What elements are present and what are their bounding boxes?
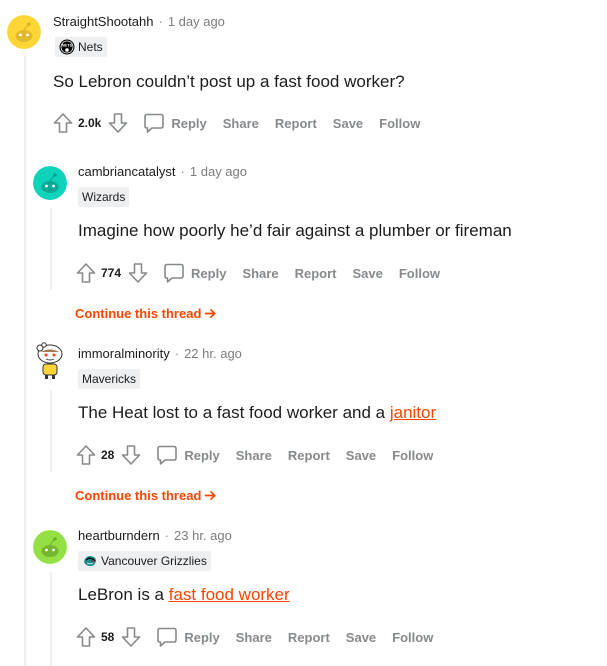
arrow-right-icon [204,490,216,501]
meta-separator: · [180,164,185,179]
nets-logo-icon: NETS [59,39,75,55]
vote-score: 28 [101,448,115,462]
comment-meta: StraightShootahh · 1 day ago [53,13,225,31]
reply-button[interactable]: Reply [171,116,206,131]
username[interactable]: heartburndern [78,528,160,543]
snoo-avatar-icon [33,530,67,564]
user-flair: NETS Nets [55,37,107,57]
comment-actions: 2.0k Reply Share Report Save Follow [52,110,436,136]
comment-meta: heartburndern · 23 hr. ago [78,527,232,545]
thread-line-reply-1[interactable] [50,208,52,290]
comment-link[interactable]: fast food worker [169,585,290,604]
avatar[interactable] [33,340,67,379]
reply-button[interactable]: Reply [191,266,226,281]
reply-button[interactable]: Reply [184,448,219,463]
comment-meta: immoralminority · 22 hr. ago [78,345,242,363]
snoo-character-avatar-icon [36,342,63,379]
username[interactable]: cambriancatalyst [78,164,176,179]
thread-line-reply-2[interactable] [50,390,52,472]
meta-separator: · [164,528,170,543]
continue-thread-label: Continue this thread [75,306,202,321]
report-button[interactable]: Report [295,266,337,281]
speech-bubble-icon[interactable] [163,262,185,284]
avatar[interactable] [7,15,41,49]
comment-body: So Lebron couldn’t post up a fast food w… [53,72,405,91]
snoo-avatar-icon [33,166,67,200]
avatar[interactable] [33,166,67,200]
flair-text: Mavericks [82,372,137,386]
save-button[interactable]: Save [352,266,382,281]
comment-body: The Heat lost to a fast food worker and … [78,402,436,424]
reply-button[interactable]: Reply [184,630,219,645]
vote-score: 774 [101,266,122,280]
share-button[interactable]: Share [223,116,259,131]
svg-text:NETS: NETS [62,43,73,48]
meta-separator: · [174,346,180,361]
save-button[interactable]: Save [333,116,363,131]
downvote-arrow-icon[interactable] [107,112,129,134]
save-button[interactable]: Save [346,448,376,463]
grizzlies-logo-icon [84,556,96,566]
comment-body: LeBron is a fast food worker [78,584,290,606]
flair-text: Nets [78,40,103,54]
comment-actions: 58 Reply Share Report Save Follow [75,624,449,650]
vote-score: 58 [101,630,115,644]
speech-bubble-icon[interactable] [156,626,178,648]
report-button[interactable]: Report [288,448,330,463]
user-flair: Mavericks [78,369,141,389]
comment-body-text: LeBron is a [78,585,169,604]
thread-line-root[interactable] [24,56,26,666]
follow-button[interactable]: Follow [392,448,433,463]
downvote-arrow-icon[interactable] [120,444,142,466]
upvote-arrow-icon[interactable] [75,444,97,466]
comment-actions: 28 Reply Share Report Save Follow [75,442,449,468]
report-button[interactable]: Report [275,116,317,131]
comment-body: Imagine how poorly he’d fair against a p… [78,221,512,240]
follow-button[interactable]: Follow [379,116,420,131]
flair-text: Wizards [82,190,126,204]
report-button[interactable]: Report [288,630,330,645]
share-button[interactable]: Share [242,266,278,281]
avatar[interactable] [33,530,67,564]
arrow-right-icon [204,308,216,319]
share-button[interactable]: Share [236,630,272,645]
flair-text: Vancouver Grizzlies [101,554,207,568]
user-flair: Wizards [78,187,130,207]
timestamp[interactable]: 23 hr. ago [174,528,232,543]
username[interactable]: immoralminority [78,346,170,361]
meta-separator: · [158,14,163,29]
speech-bubble-icon[interactable] [156,444,178,466]
comment-body-text: The Heat lost to a fast food worker and … [78,403,390,422]
share-button[interactable]: Share [236,448,272,463]
username[interactable]: StraightShootahh [53,14,153,29]
comment-actions: 774 Reply Share Report Save Follow [75,260,456,286]
upvote-arrow-icon[interactable] [52,112,74,134]
downvote-arrow-icon[interactable] [120,626,142,648]
timestamp[interactable]: 1 day ago [168,14,225,29]
follow-button[interactable]: Follow [399,266,440,281]
user-flair: Vancouver Grizzlies [78,551,211,571]
continue-thread-label: Continue this thread [75,488,202,503]
snoo-avatar-icon [7,15,41,49]
speech-bubble-icon[interactable] [143,112,165,134]
thread-line-reply-3[interactable] [50,572,52,666]
continue-thread-link[interactable]: Continue this thread [75,488,217,503]
comment-link[interactable]: janitor [390,403,436,422]
upvote-arrow-icon[interactable] [75,626,97,648]
downvote-arrow-icon[interactable] [127,262,149,284]
timestamp[interactable]: 1 day ago [190,164,247,179]
comment-meta: cambriancatalyst · 1 day ago [78,163,247,181]
vote-score: 2.0k [78,116,102,130]
save-button[interactable]: Save [346,630,376,645]
timestamp[interactable]: 22 hr. ago [184,346,242,361]
continue-thread-link[interactable]: Continue this thread [75,306,217,321]
upvote-arrow-icon[interactable] [75,262,97,284]
follow-button[interactable]: Follow [392,630,433,645]
